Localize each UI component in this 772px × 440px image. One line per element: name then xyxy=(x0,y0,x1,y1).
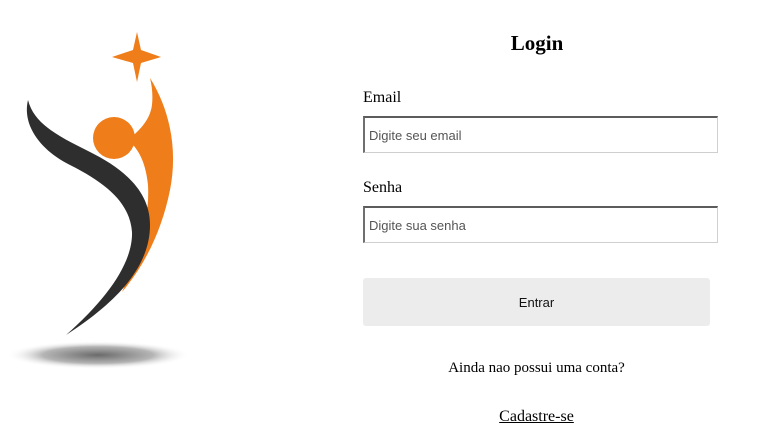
logo-shadow xyxy=(6,341,190,369)
login-button[interactable]: Entrar xyxy=(363,278,710,326)
login-page: Login Email Senha Entrar Ainda nao possu… xyxy=(0,0,772,440)
logo-head xyxy=(93,117,135,159)
signup-link[interactable]: Cadastre-se xyxy=(363,408,710,426)
logo-star xyxy=(112,32,161,82)
page-title: Login xyxy=(510,31,564,55)
signup-prompt: Ainda nao possui uma conta? xyxy=(448,360,625,376)
password-field[interactable] xyxy=(363,206,718,243)
email-field[interactable] xyxy=(363,116,718,153)
password-label: Senha xyxy=(363,179,403,196)
email-label: Email xyxy=(363,89,402,106)
brand-logo xyxy=(6,32,190,369)
